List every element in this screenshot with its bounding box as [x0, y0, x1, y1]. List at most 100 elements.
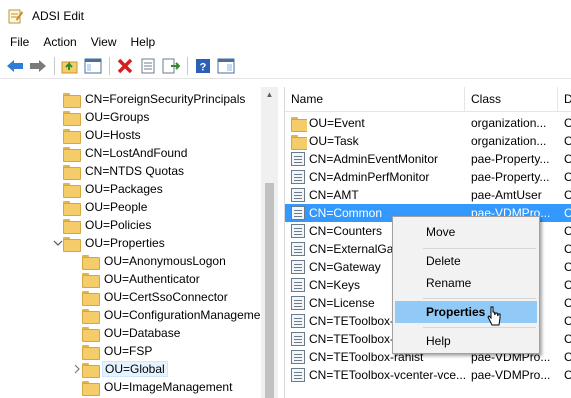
tree-item[interactable]: OU=ConfigurationManageme — [72, 306, 262, 324]
tree-expander[interactable] — [72, 256, 82, 266]
hand-pointer-cursor-icon — [487, 306, 501, 328]
folder-icon — [63, 110, 81, 126]
delete-x-icon[interactable] — [114, 55, 136, 77]
properties-sheet-icon[interactable] — [137, 55, 159, 77]
list-row[interactable]: CN=AdminEventMonitor pae-Property... C — [285, 150, 571, 168]
tree-item-label: OU=FSP — [104, 344, 153, 358]
tree-expander[interactable] — [53, 148, 63, 158]
tree-expander[interactable] — [53, 220, 63, 230]
menu-view[interactable]: View — [84, 32, 124, 52]
object-icon — [291, 186, 305, 204]
tree-item-selected[interactable]: OU=Global — [72, 360, 168, 378]
list-row[interactable]: OU=Event organization... O — [285, 114, 571, 132]
tree-item[interactable]: OU=FSP — [72, 342, 154, 360]
object-icon — [291, 204, 305, 222]
row-d: O — [564, 114, 571, 132]
tree-expander[interactable] — [72, 328, 82, 338]
tree-scrollbar[interactable]: ▲ — [261, 87, 278, 398]
folder-icon — [63, 236, 81, 252]
context-menu: Move Delete Rename Properties Help — [392, 216, 540, 354]
tree-expander[interactable] — [53, 166, 63, 176]
context-menu-properties[interactable]: Properties — [395, 301, 537, 323]
tree-item[interactable]: OU=Packages — [53, 180, 165, 198]
tree-item-label: OU=CertSsoConnector — [104, 290, 228, 304]
object-icon — [291, 312, 305, 330]
object-icon — [291, 366, 305, 384]
row-d: C — [564, 240, 571, 258]
scrollbar-thumb[interactable] — [265, 183, 274, 398]
row-d: C — [564, 330, 571, 348]
details-view-icon[interactable] — [215, 55, 237, 77]
tree-expander[interactable] — [72, 274, 82, 284]
context-menu-move[interactable]: Move — [395, 221, 537, 243]
tree-item-label: CN=NTDS Quotas — [85, 164, 185, 178]
column-header-class[interactable]: Class — [465, 87, 558, 112]
context-menu-rename[interactable]: Rename — [395, 272, 537, 294]
list-row[interactable]: CN=AdminPerfMonitor pae-Property... C — [285, 168, 571, 186]
tree-item-label: OU=ImageManagement — [104, 380, 233, 394]
tree-item[interactable]: OU=Database — [72, 324, 182, 342]
object-icon — [291, 330, 305, 348]
tree-item[interactable]: OU=CertSsoConnector — [72, 288, 230, 306]
row-name: CN=AdminPerfMonitor — [309, 170, 430, 184]
tree-expander[interactable] — [72, 382, 82, 392]
context-menu-delete[interactable]: Delete — [395, 250, 537, 272]
row-d: C — [564, 276, 571, 294]
export-list-icon[interactable] — [160, 55, 182, 77]
up-folder-icon[interactable] — [59, 55, 81, 77]
tree-item[interactable]: OU=Authenticator — [72, 270, 202, 288]
tree-item-label: OU=Policies — [85, 218, 152, 232]
help-icon[interactable]: ? — [192, 55, 214, 77]
tree-expander[interactable] — [53, 130, 63, 140]
list-row[interactable]: CN=TEToolbox-vcenter-vce... pae-VDMPro..… — [285, 366, 571, 384]
tree-item[interactable]: OU=Properties — [53, 234, 167, 252]
menu-help[interactable]: Help — [124, 32, 163, 52]
list-row[interactable]: OU=Task organization... O — [285, 132, 571, 150]
tree-expander[interactable] — [72, 310, 82, 320]
chevron-down-icon[interactable] — [53, 238, 63, 248]
row-class: pae-Property... — [471, 170, 550, 184]
tree-pane[interactable]: CN=ForeignSecurityPrincipals OU=Groups O… — [7, 87, 277, 398]
tree-expander[interactable] — [53, 94, 63, 104]
tree-item-label: OU=Database — [104, 326, 181, 340]
list-row[interactable]: CN=AMT pae-AmtUser C — [285, 186, 571, 204]
tree-item[interactable]: CN=NTDS Quotas — [53, 162, 186, 180]
folder-icon — [82, 326, 100, 342]
tree-item[interactable]: OU=Policies — [53, 216, 153, 234]
back-arrow-icon[interactable] — [4, 55, 26, 77]
menu-file[interactable]: File — [3, 32, 36, 52]
chevron-right-icon[interactable] — [72, 364, 82, 374]
tree-item[interactable]: CN=LostAndFound — [53, 144, 189, 162]
folder-icon — [63, 218, 81, 234]
tree-item[interactable]: OU=People — [53, 198, 149, 216]
tree-item-label: OU=Packages — [85, 182, 163, 196]
tree-expander[interactable] — [53, 184, 63, 194]
tree-item[interactable]: CN=ForeignSecurityPrincipals — [53, 90, 247, 108]
tree-item[interactable]: OU=Groups — [53, 108, 151, 126]
row-class: organization... — [471, 134, 547, 148]
scroll-up-arrow-icon[interactable]: ▲ — [264, 90, 275, 100]
adsi-edit-icon — [8, 8, 24, 24]
tree-expander[interactable] — [53, 202, 63, 212]
folder-icon — [63, 128, 81, 144]
tree-item[interactable]: OU=AnonymousLogon — [72, 252, 228, 270]
menu-action[interactable]: Action — [36, 32, 83, 52]
show-hide-tree-icon[interactable] — [82, 55, 104, 77]
context-menu-help[interactable]: Help — [395, 330, 537, 352]
object-icon — [291, 222, 305, 240]
forward-arrow-icon[interactable] — [27, 55, 49, 77]
tree-expander[interactable] — [53, 112, 63, 122]
tree-expander[interactable] — [72, 292, 82, 302]
folder-icon — [63, 182, 81, 198]
tree-item-label: CN=ForeignSecurityPrincipals — [85, 92, 246, 106]
row-d: C — [564, 168, 571, 186]
object-icon — [291, 276, 305, 294]
column-header-name[interactable]: Name — [285, 87, 465, 112]
column-header-d[interactable]: D — [558, 87, 571, 112]
tree-item-label: OU=Hosts — [85, 128, 141, 142]
folder-icon — [291, 132, 307, 150]
tree-expander[interactable] — [72, 346, 82, 356]
svg-text:?: ? — [200, 61, 207, 73]
tree-item[interactable]: OU=Hosts — [53, 126, 143, 144]
tree-item[interactable]: OU=ImageManagement — [72, 378, 234, 396]
